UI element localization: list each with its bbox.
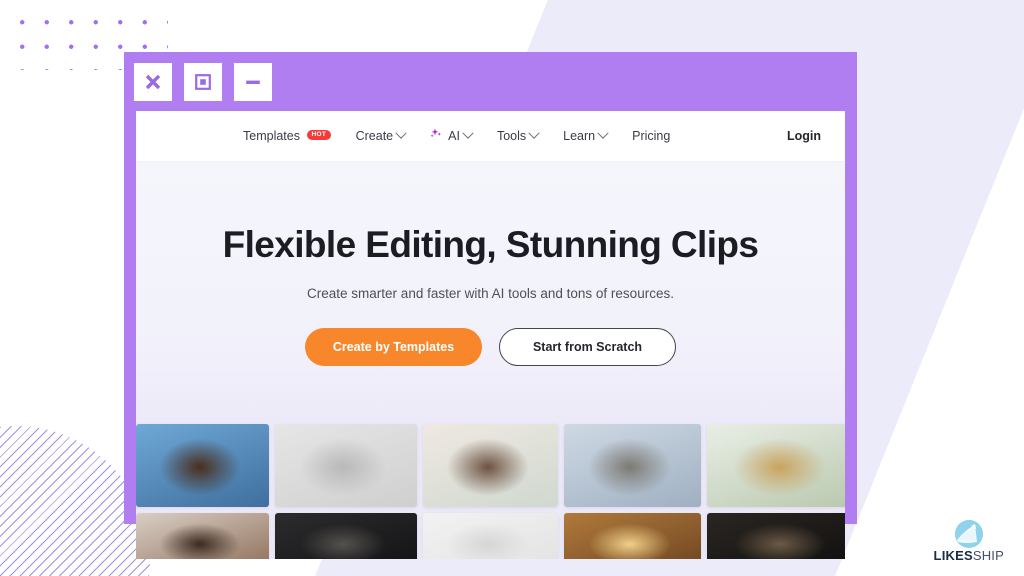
chevron-down-icon: [395, 127, 407, 139]
browser-viewport: Templates HOT Create AI Tools Learn Pric…: [136, 111, 845, 559]
hero-subtitle: Create smarter and faster with AI tools …: [307, 285, 674, 301]
thumb-row2-dark-desk[interactable]: [275, 513, 417, 559]
thumbnail-row-2: [136, 513, 845, 559]
hero-cta-group: Create by Templates Start from Scratch: [136, 327, 845, 366]
thumbnail-subject: [275, 513, 417, 559]
thumb-curly-man[interactable]: [423, 424, 558, 507]
whale-ship-circle-icon: [954, 520, 983, 548]
close-icon: [145, 74, 161, 89]
screenshot-stage: Templates HOT Create AI Tools Learn Pric…: [0, 0, 1024, 576]
minimize-icon: [246, 80, 260, 84]
thumbnail-subject: [275, 424, 417, 507]
nav-item-learn[interactable]: Learn: [563, 127, 609, 143]
minimize-button[interactable]: [234, 62, 272, 101]
nav-item-create[interactable]: Create: [355, 127, 407, 143]
browser-window-frame: Templates HOT Create AI Tools Learn Pric…: [124, 52, 857, 559]
thumbnail-subject: [423, 424, 558, 507]
nav-item-label: AI: [448, 129, 460, 143]
thumb-snow-couple[interactable]: [564, 424, 701, 507]
watermark-logo: LIKESSHIP: [934, 520, 1004, 562]
nav-item-tools[interactable]: Tools: [496, 127, 540, 143]
chevron-down-icon: [597, 127, 609, 139]
nav-item-label: Learn: [563, 129, 596, 143]
thumb-row2-indoor[interactable]: [136, 513, 269, 559]
site-navigation-bar: Templates HOT Create AI Tools Learn Pric…: [136, 111, 845, 162]
watermark-brand-text: LIKESSHIP: [934, 549, 1004, 562]
page-title: Flexible Editing, Stunning Clips: [222, 224, 759, 265]
start-from-scratch-button[interactable]: Start from Scratch: [499, 327, 676, 366]
thumbnail-subject: [136, 424, 269, 507]
nav-item-label: Tools: [496, 129, 527, 143]
nav-item-label: Templates: [243, 129, 300, 143]
hero-section: Flexible Editing, Stunning Clips Create …: [136, 162, 845, 422]
thumbnail-subject: [707, 513, 845, 559]
nav-item-templates[interactable]: Templates HOT: [243, 129, 331, 143]
template-thumbnail-rails: [136, 422, 845, 559]
window-titlebar: [124, 52, 857, 111]
create-by-templates-button[interactable]: Create by Templates: [305, 327, 482, 366]
close-button[interactable]: [134, 62, 172, 101]
nav-items-group: Templates HOT Create AI Tools Learn Pric…: [243, 127, 670, 144]
thumb-foggy-figure[interactable]: [275, 424, 417, 507]
thumbnail-subject: [136, 513, 269, 559]
thumbnail-subject: [564, 513, 701, 559]
thumb-woman-drinking[interactable]: [707, 424, 845, 507]
nav-item-pricing[interactable]: Pricing: [632, 129, 670, 143]
thumb-row2-blank[interactable]: [423, 513, 558, 559]
thumbnail-subject: [564, 424, 701, 507]
thumb-row2-portrait[interactable]: [707, 513, 845, 559]
nav-item-label: Pricing: [632, 129, 671, 143]
thumb-row2-sparkle[interactable]: [564, 513, 701, 559]
chevron-down-icon: [462, 127, 474, 139]
nav-item-label: Create: [355, 129, 394, 143]
maximize-button[interactable]: [184, 62, 222, 101]
thumbnail-row-1: [136, 424, 845, 507]
thumbnail-subject: [707, 424, 845, 507]
thumb-bird-sky[interactable]: [136, 424, 269, 507]
brand-bold: LIKES: [933, 548, 973, 563]
nav-item-ai[interactable]: AI: [430, 127, 474, 144]
login-link[interactable]: Login: [787, 129, 821, 143]
hot-badge: HOT: [306, 130, 331, 140]
thumbnail-subject: [423, 513, 558, 559]
chevron-down-icon: [528, 127, 540, 139]
sparkle-icon: [430, 128, 443, 144]
maximize-icon: [195, 73, 211, 90]
brand-light: SHIP: [972, 548, 1004, 563]
